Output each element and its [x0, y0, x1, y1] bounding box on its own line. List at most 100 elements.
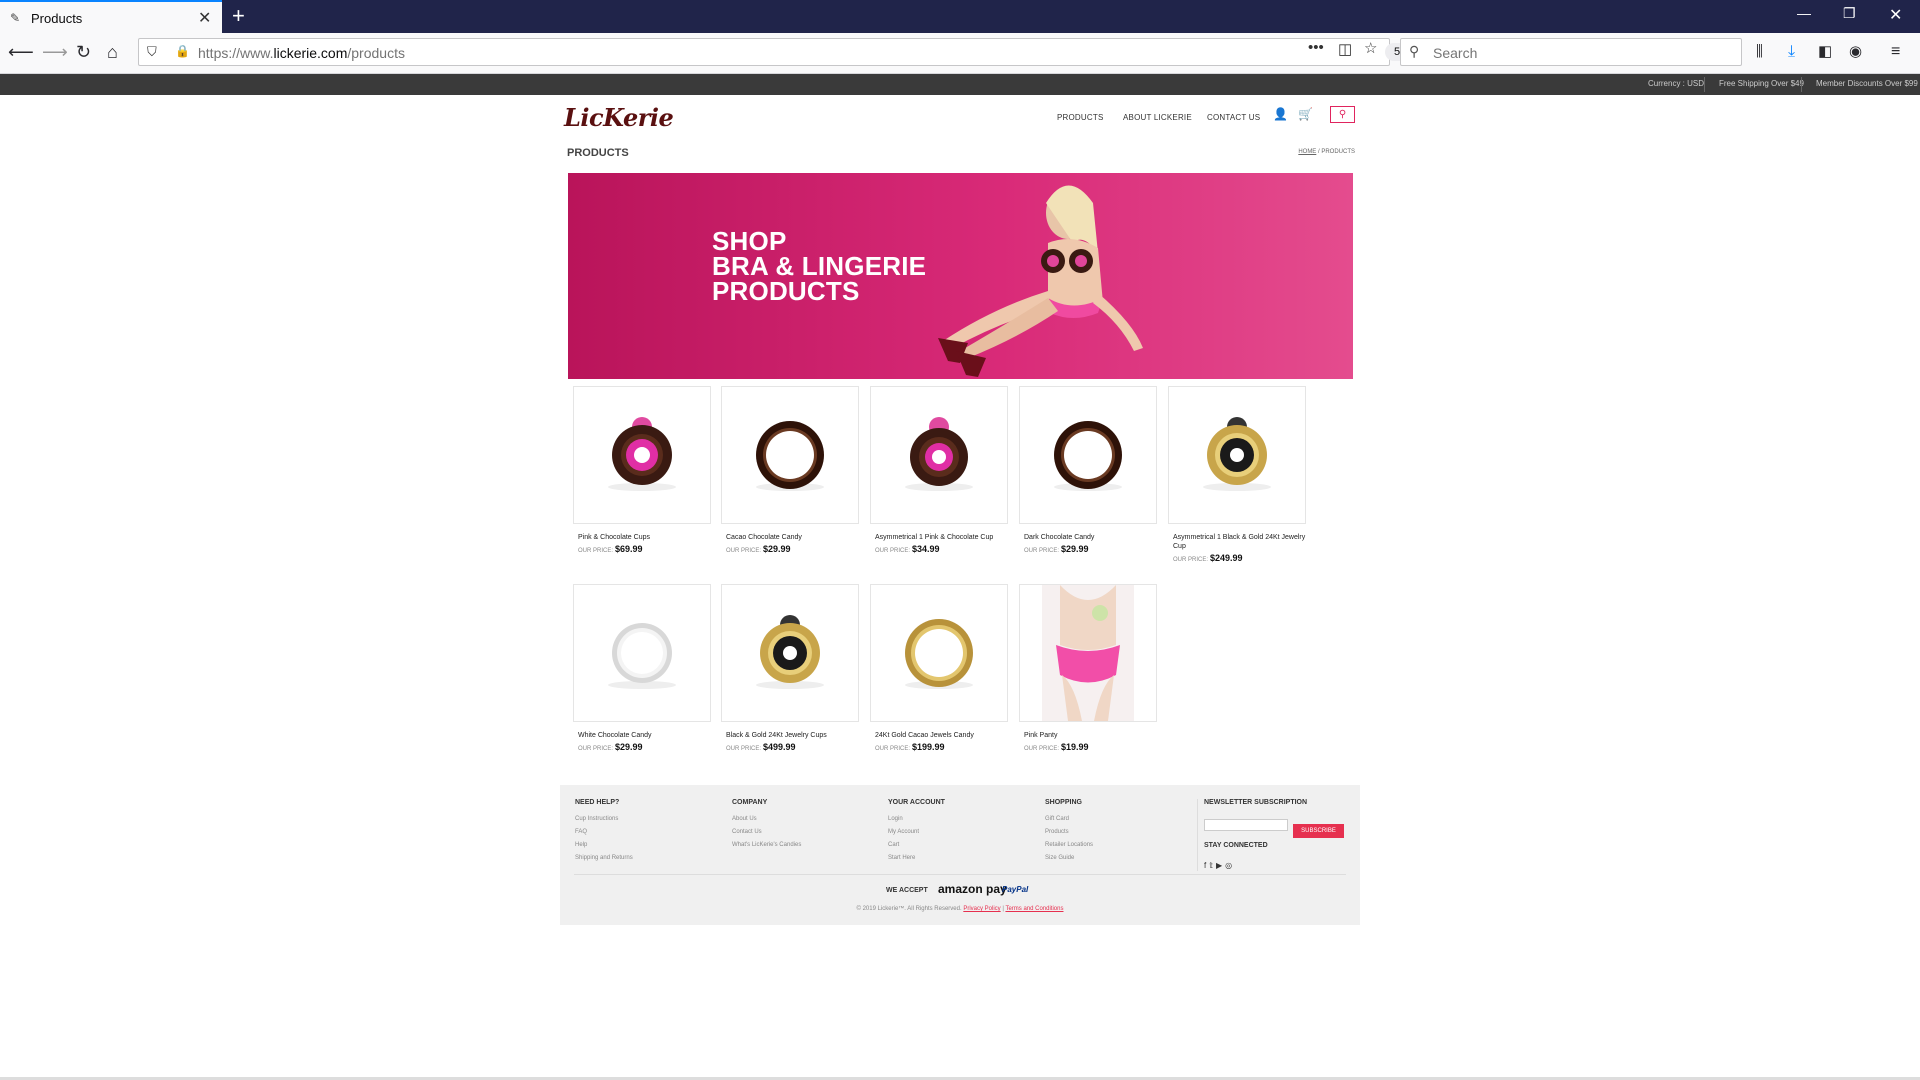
footer-link[interactable]: FAQ	[575, 829, 633, 835]
reload-icon[interactable]: ↻	[76, 41, 91, 63]
product-name[interactable]: Asymmetrical 1 Pink & Chocolate Cup	[875, 533, 1008, 542]
product-image[interactable]	[573, 584, 711, 722]
footer-link[interactable]: Cart	[888, 842, 945, 848]
hero-banner[interactable]: SHOP BRA & LINGERIE PRODUCTS	[568, 173, 1353, 379]
instagram-icon[interactable]: ◎	[1225, 861, 1232, 870]
footer-link[interactable]: Login	[888, 816, 945, 822]
lock-icon[interactable]: 🔒	[175, 44, 190, 58]
minimize-icon[interactable]: —	[1797, 5, 1811, 21]
youtube-icon[interactable]: ▶	[1216, 861, 1222, 870]
close-tab-icon[interactable]: ✕	[198, 8, 211, 28]
product-card[interactable]: Asymmetrical 1 Black & Gold 24Kt Jewelry…	[1168, 386, 1306, 563]
footer-link[interactable]: What's LicKerie's Candies	[732, 842, 801, 848]
footer-link[interactable]: Products	[1045, 829, 1093, 835]
product-card[interactable]: Asymmetrical 1 Pink & Chocolate Cup OUR …	[870, 386, 1008, 554]
footer-link[interactable]: About Us	[732, 816, 801, 822]
product-image[interactable]	[721, 386, 859, 524]
site-search-button[interactable]: ⚲	[1330, 106, 1355, 123]
footer-link[interactable]: Contact Us	[732, 829, 801, 835]
cart-icon[interactable]: 🛒	[1298, 107, 1313, 121]
newsletter-email-input[interactable]	[1204, 818, 1288, 831]
sidebar-icon[interactable]: ◧	[1818, 41, 1832, 63]
account-icon[interactable]: ◉	[1849, 41, 1862, 63]
back-icon[interactable]: ⟵	[8, 41, 34, 63]
restore-icon[interactable]: ❐	[1843, 5, 1856, 22]
footer-link[interactable]: Start Here	[888, 855, 945, 861]
footer-link[interactable]: Retailer Locations	[1045, 842, 1093, 848]
product-image[interactable]	[1168, 386, 1306, 524]
product-price: OUR PRICE: $34.99	[875, 544, 940, 554]
footer-link[interactable]: My Account	[888, 829, 945, 835]
product-card[interactable]: Pink Panty OUR PRICE: $19.99	[1019, 584, 1157, 752]
currency-label[interactable]: Currency : USD	[1648, 79, 1704, 88]
footer-col-company: COMPANY About Us Contact Us What's LicKe…	[732, 799, 802, 848]
product-image[interactable]	[573, 386, 711, 524]
search-icon: ⚲	[1409, 43, 1420, 59]
privacy-policy-link[interactable]: Privacy Policy	[963, 906, 1000, 912]
site-top-strip: Currency : USD Free Shipping Over $49 Me…	[0, 74, 1920, 95]
browser-tab-strip: ✎ Products ✕ + — ❐ ✕	[0, 0, 1920, 33]
browser-tab[interactable]: ✎ Products ✕	[0, 0, 222, 33]
new-tab-button[interactable]: +	[232, 3, 245, 29]
footer-col-account: YOUR ACCOUNT Login My Account Cart Start…	[888, 799, 945, 861]
product-card[interactable]: White Chocolate Candy OUR PRICE: $29.99	[573, 584, 711, 752]
shield-icon[interactable]: ⛉	[147, 44, 157, 60]
bookmark-star-icon[interactable]: ☆	[1364, 39, 1377, 57]
subscribe-button[interactable]: SUBSCRIBE	[1293, 824, 1344, 838]
twitter-icon[interactable]: 𝕥	[1209, 861, 1213, 870]
browser-search-input[interactable]	[1431, 42, 1735, 64]
footer-col-help: NEED HELP? Cup Instructions FAQ Help Shi…	[575, 799, 633, 861]
tab-title: Products	[31, 11, 83, 26]
product-name[interactable]: Black & Gold 24Kt Jewelry Cups	[726, 731, 859, 740]
member-note: Member Discounts Over $99	[1816, 79, 1918, 88]
page-title: PRODUCTS	[567, 147, 629, 159]
product-card[interactable]: Black & Gold 24Kt Jewelry Cups OUR PRICE…	[721, 584, 859, 752]
site-logo[interactable]: LicKerie	[564, 103, 674, 132]
product-name[interactable]: Pink & Chocolate Cups	[578, 533, 711, 542]
product-image[interactable]	[1019, 386, 1157, 524]
browser-search-box[interactable]: ⚲	[1400, 38, 1742, 66]
nav-contact[interactable]: CONTACT US	[1207, 113, 1260, 122]
product-name[interactable]: Dark Chocolate Candy	[1024, 533, 1157, 542]
product-price: OUR PRICE: $29.99	[578, 742, 643, 752]
product-price: OUR PRICE: $199.99	[875, 742, 945, 752]
footer-link[interactable]: Gift Card	[1045, 816, 1093, 822]
footer-link[interactable]: Size Guide	[1045, 855, 1093, 861]
pocket-icon[interactable]: ◫	[1338, 40, 1352, 58]
product-card[interactable]: 24Kt Gold Cacao Jewels Candy OUR PRICE: $…	[870, 584, 1008, 752]
product-name[interactable]: Pink Panty	[1024, 731, 1157, 740]
product-card[interactable]: Pink & Chocolate Cups OUR PRICE: $69.99	[573, 386, 711, 554]
menu-icon[interactable]: ≡	[1891, 41, 1900, 63]
footer-link[interactable]: Help	[575, 842, 633, 848]
product-name[interactable]: 24Kt Gold Cacao Jewels Candy	[875, 731, 1008, 740]
home-icon[interactable]: ⌂	[107, 41, 118, 63]
footer-link[interactable]: Shipping and Returns	[575, 855, 633, 861]
product-name[interactable]: Asymmetrical 1 Black & Gold 24Kt Jewelry…	[1173, 533, 1306, 551]
product-card[interactable]: Cacao Chocolate Candy OUR PRICE: $29.99	[721, 386, 859, 554]
user-icon[interactable]: 👤	[1273, 107, 1288, 121]
nav-about[interactable]: ABOUT LICKERIE	[1123, 113, 1192, 122]
product-price: OUR PRICE: $499.99	[726, 742, 796, 752]
facebook-icon[interactable]: f	[1204, 861, 1206, 870]
product-image[interactable]	[721, 584, 859, 722]
product-card[interactable]: Dark Chocolate Candy OUR PRICE: $29.99	[1019, 386, 1157, 554]
forward-icon[interactable]: ⟶	[42, 41, 68, 63]
window-close-icon[interactable]: ✕	[1889, 5, 1902, 25]
footer-link[interactable]: Cup Instructions	[575, 816, 633, 822]
address-bar[interactable]: ⛉ 🔒 https://www.lickerie.com/products 50…	[138, 38, 1425, 66]
product-name[interactable]: White Chocolate Candy	[578, 731, 711, 740]
breadcrumb-home[interactable]: HOME	[1298, 149, 1316, 155]
product-image[interactable]	[870, 584, 1008, 722]
downloads-icon[interactable]: ⤓	[1788, 41, 1795, 63]
footer-divider	[1197, 799, 1198, 871]
terms-link[interactable]: Terms and Conditions	[1005, 906, 1063, 912]
product-image[interactable]	[870, 386, 1008, 524]
product-name[interactable]: Cacao Chocolate Candy	[726, 533, 859, 542]
nav-products[interactable]: PRODUCTS	[1057, 113, 1104, 122]
page-actions-icon[interactable]: •••	[1308, 39, 1324, 56]
newsletter: NEWSLETTER SUBSCRIPTION SUBSCRIBE STAY C…	[1204, 799, 1344, 873]
url-text[interactable]: https://www.lickerie.com/products	[198, 45, 405, 61]
product-image[interactable]	[1019, 584, 1157, 722]
library-icon[interactable]: ⫼	[1756, 41, 1763, 63]
breadcrumb: HOME / PRODUCTS	[1298, 149, 1355, 155]
